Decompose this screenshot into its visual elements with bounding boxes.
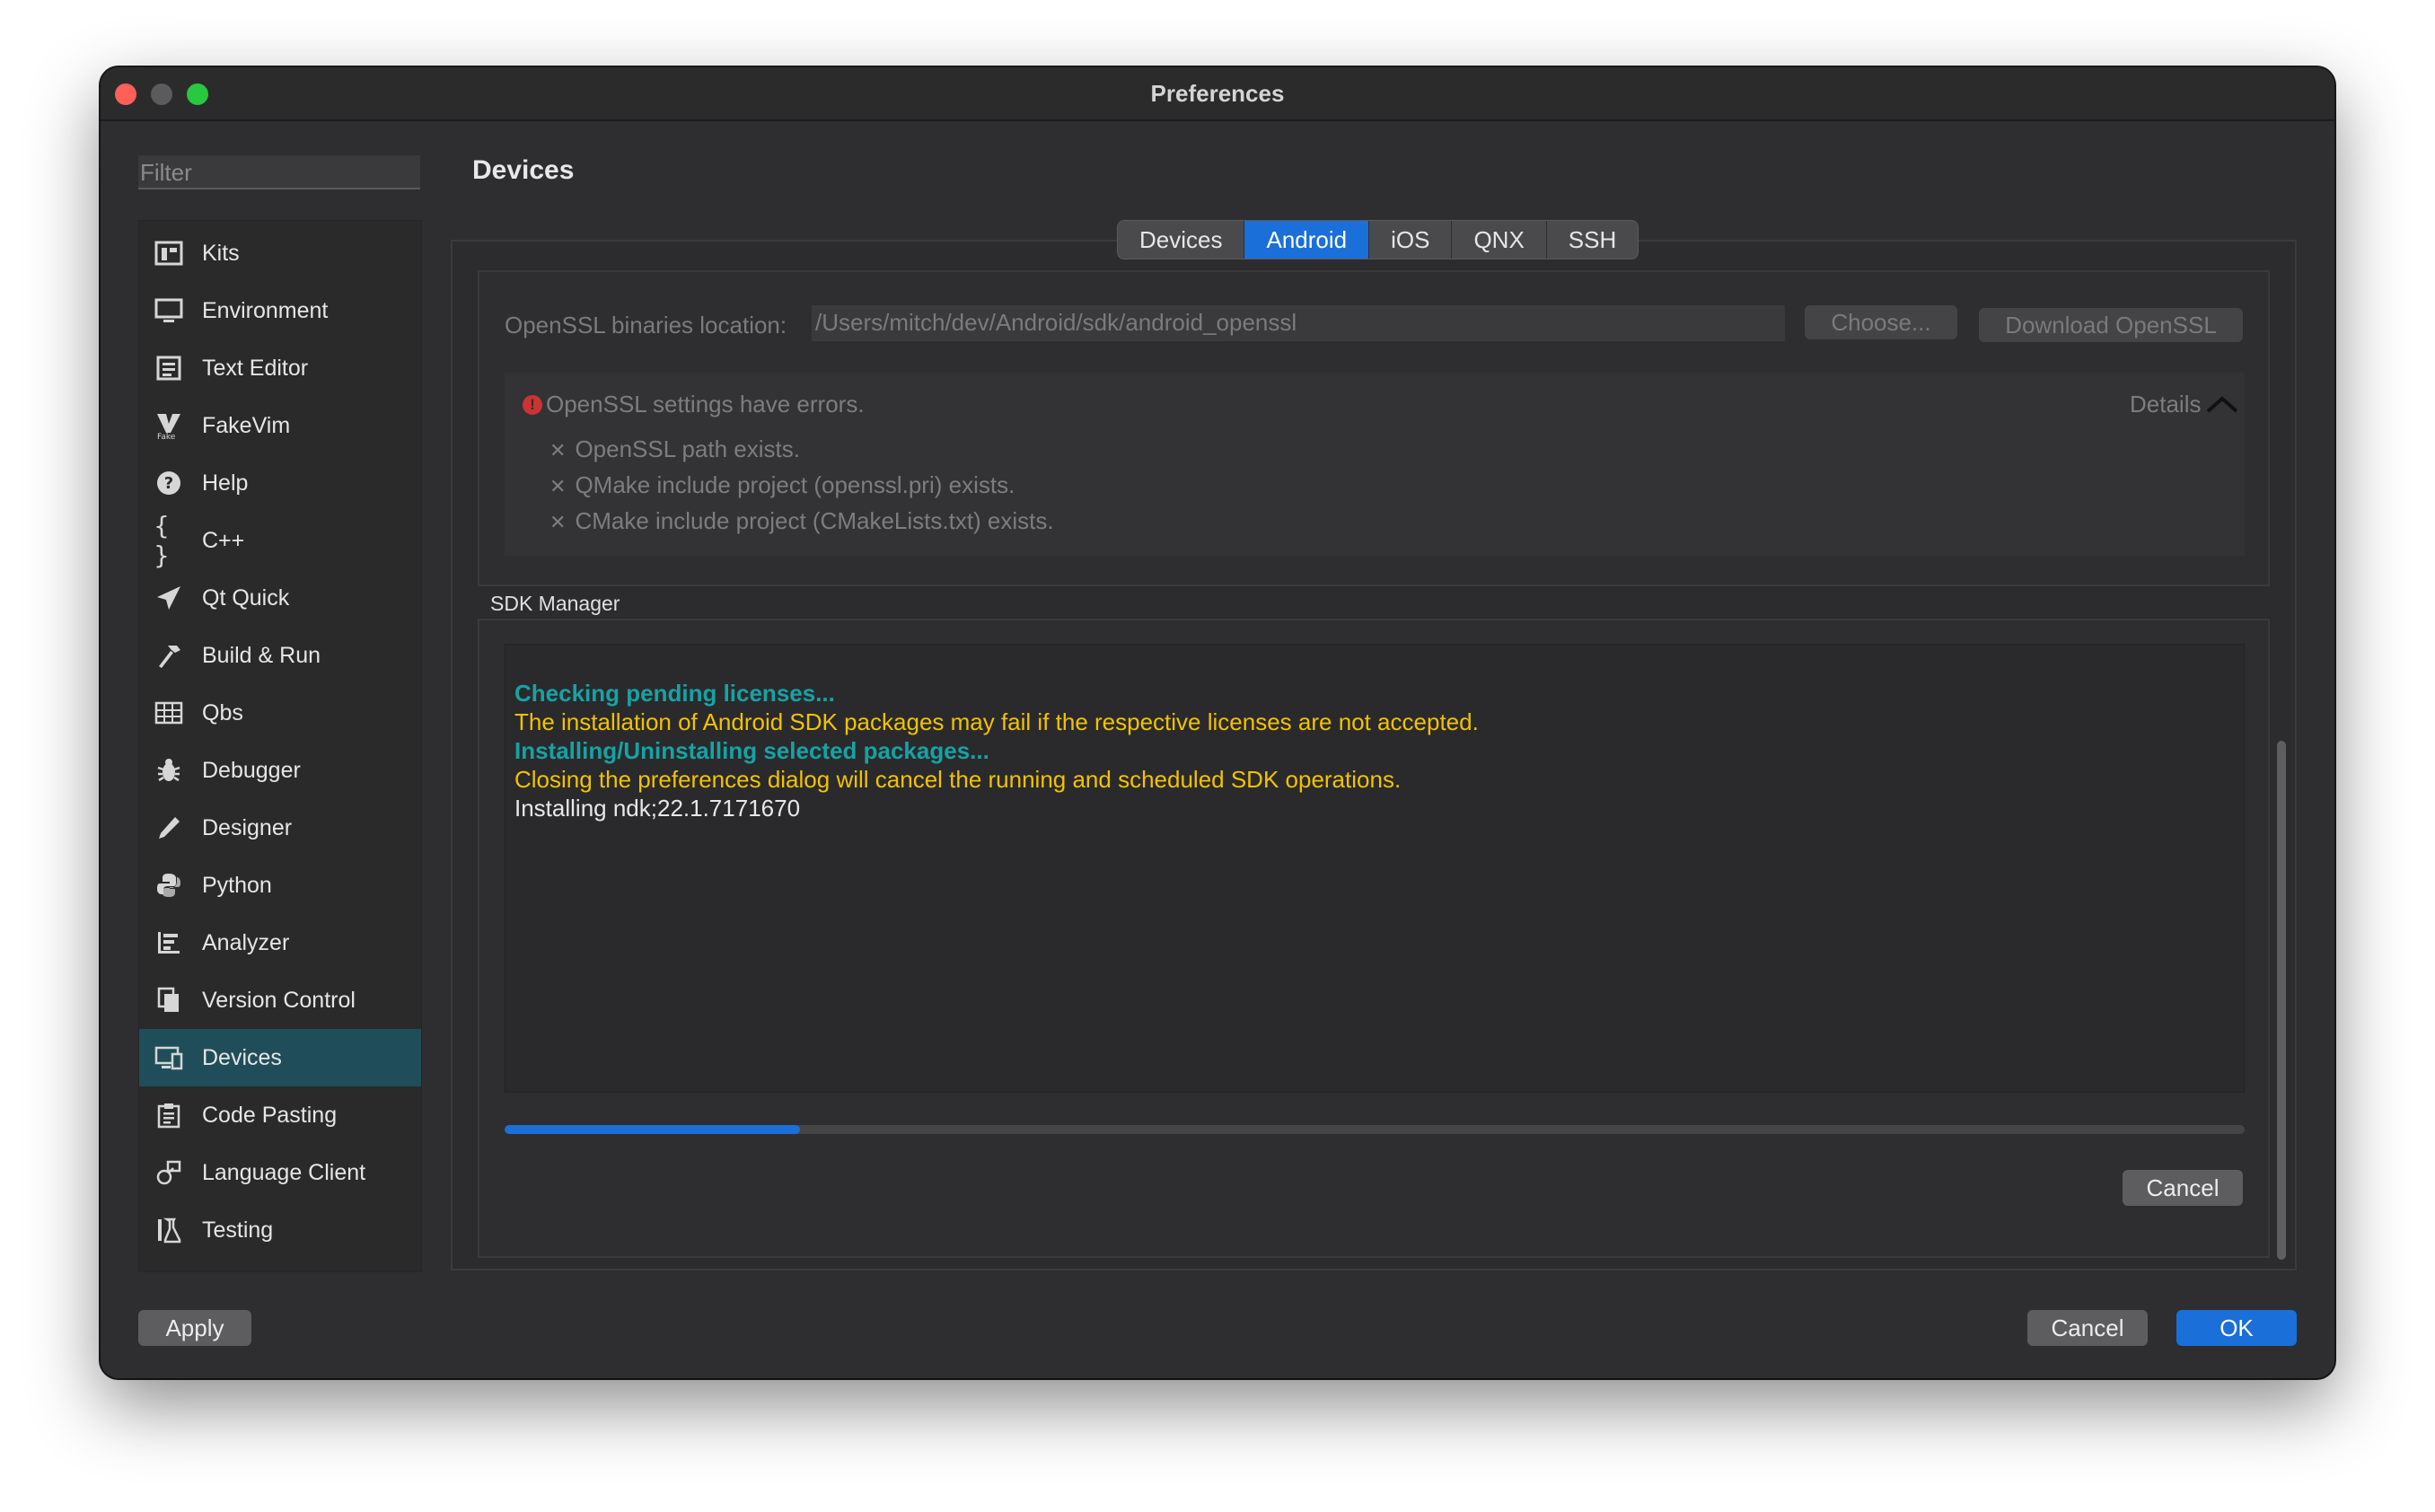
- openssl-error-header: ! OpenSSL settings have errors.: [523, 391, 865, 418]
- bug-icon: [154, 755, 184, 786]
- sidebar-item-label: Analyzer: [202, 929, 290, 955]
- openssl-error-title: OpenSSL settings have errors.: [546, 391, 865, 418]
- window-title: Preferences: [1150, 80, 1285, 107]
- sidebar-item-qbs[interactable]: Qbs: [139, 684, 421, 742]
- log-line: The installation of Android SDK packages…: [514, 708, 1479, 735]
- sidebar-item-label: Kits: [202, 240, 240, 266]
- tab-ssh[interactable]: SSH: [1547, 221, 1638, 259]
- sidebar-item-label: Devices: [202, 1044, 282, 1070]
- sidebar-item-testing[interactable]: Testing: [139, 1201, 421, 1259]
- sidebar-item-label: Qbs: [202, 699, 243, 725]
- qbs-grid-icon: [154, 698, 184, 728]
- sidebar-item-language-client[interactable]: Language Client: [139, 1144, 421, 1201]
- sidebar-item-python[interactable]: Python: [139, 857, 421, 914]
- sidebar-item-label: FakeVim: [202, 412, 291, 438]
- log-line: Installing/Uninstalling selected package…: [514, 737, 989, 764]
- sdk-output-log[interactable]: Checking pending licenses... The install…: [505, 644, 2245, 1093]
- openssl-path-field[interactable]: /Users/mitch/dev/Android/sdk/android_ope…: [812, 305, 1785, 341]
- sidebar-item-devices[interactable]: Devices: [139, 1029, 421, 1086]
- apply-button[interactable]: Apply: [138, 1310, 251, 1346]
- braces-icon: { }: [154, 511, 170, 570]
- sidebar-item-label: Code Pasting: [202, 1102, 338, 1128]
- sidebar-item-environment[interactable]: Environment: [139, 282, 421, 339]
- openssl-location-label: OpenSSL binaries location:: [505, 312, 787, 338]
- sdk-manager-title: SDK Manager: [490, 592, 620, 615]
- ok-button[interactable]: OK: [2176, 1310, 2297, 1346]
- download-openssl-button[interactable]: Download OpenSSL: [1979, 308, 2243, 342]
- sdk-cancel-button[interactable]: Cancel: [2123, 1170, 2243, 1206]
- sidebar-item-label: Help: [202, 470, 249, 496]
- log-line: Checking pending licenses...: [514, 680, 835, 707]
- sidebar-item-label: Python: [202, 872, 272, 898]
- sidebar-item-analyzer[interactable]: Analyzer: [139, 914, 421, 971]
- cross-icon: ✕: [549, 476, 567, 498]
- sidebar-item-code-pasting[interactable]: Code Pasting: [139, 1086, 421, 1144]
- sidebar-item-build-run[interactable]: Build & Run: [139, 627, 421, 684]
- filter-input[interactable]: Filter: [138, 155, 420, 189]
- sidebar-item-label: Version Control: [202, 987, 356, 1013]
- sidebar-item-label: Testing: [202, 1217, 274, 1243]
- python-icon: [154, 870, 184, 901]
- devices-icon: [154, 1042, 184, 1073]
- sidebar-item-label: Designer: [202, 814, 293, 840]
- details-toggle[interactable]: Details: [2130, 391, 2238, 418]
- openssl-error-item: ✕ OpenSSL path exists.: [549, 435, 800, 462]
- log-line: Installing ndk;22.1.7171670: [514, 795, 801, 822]
- cross-icon: ✕: [549, 512, 567, 534]
- analyzer-icon: [154, 927, 184, 958]
- sidebar-item-debugger[interactable]: Debugger: [139, 742, 421, 799]
- sidebar-item-label: Text Editor: [202, 355, 309, 381]
- log-line: Closing the preferences dialog will canc…: [514, 766, 1402, 793]
- vertical-scrollbar[interactable]: [2277, 741, 2286, 1260]
- openssl-error-item: ✕ CMake include project (CMakeLists.txt) …: [549, 507, 1054, 534]
- page-title: Devices: [472, 155, 575, 185]
- title-bar: Preferences: [101, 67, 2334, 121]
- preferences-window: Preferences Filter Kits Environment Text…: [101, 67, 2334, 1378]
- sidebar-item-fakevim[interactable]: Fake FakeVim: [139, 397, 421, 454]
- language-client-icon: [154, 1157, 184, 1188]
- fakevim-icon: Fake: [154, 410, 184, 441]
- tab-qnx[interactable]: QNX: [1452, 221, 1547, 259]
- svg-text:?: ?: [164, 474, 173, 493]
- hammer-icon: [154, 640, 184, 671]
- cancel-button[interactable]: Cancel: [2027, 1310, 2148, 1346]
- svg-text:Fake: Fake: [157, 433, 176, 440]
- sidebar-item-label: Qt Quick: [202, 585, 290, 611]
- choose-button[interactable]: Choose...: [1805, 305, 1957, 339]
- paper-plane-icon: [154, 583, 184, 613]
- flask-icon: [154, 1215, 184, 1245]
- sidebar-item-label: Environment: [202, 297, 329, 323]
- sidebar-item-qt-quick[interactable]: Qt Quick: [139, 569, 421, 627]
- sdk-progress-fill: [505, 1125, 801, 1134]
- sidebar-item-help[interactable]: ? Help: [139, 454, 421, 512]
- cross-icon: ✕: [549, 440, 567, 462]
- kits-icon: [154, 238, 184, 268]
- sidebar-item-label: Language Client: [202, 1159, 366, 1185]
- tab-devices[interactable]: Devices: [1118, 221, 1245, 259]
- tab-ios[interactable]: iOS: [1369, 221, 1453, 259]
- clipboard-icon: [154, 1100, 184, 1130]
- sidebar: Kits Environment Text Editor Fake FakeVi…: [138, 220, 422, 1272]
- sidebar-item-label: Build & Run: [202, 642, 321, 668]
- sidebar-item-kits[interactable]: Kits: [139, 224, 421, 282]
- version-control-icon: [154, 985, 184, 1015]
- chevron-up-icon: [2206, 393, 2238, 417]
- sidebar-item-cpp[interactable]: { } C++: [139, 511, 421, 570]
- details-label: Details: [2130, 391, 2202, 418]
- sidebar-item-label: C++: [202, 527, 245, 553]
- tab-bar: Devices Android iOS QNX SSH: [1117, 220, 1639, 259]
- sidebar-item-version-control[interactable]: Version Control: [139, 971, 421, 1029]
- error-icon: !: [523, 394, 542, 415]
- tab-android[interactable]: Android: [1244, 221, 1370, 259]
- pencil-icon: [154, 813, 184, 843]
- text-editor-icon: [154, 353, 184, 383]
- openssl-error-item: ✕ QMake include project (openssl.pri) exi…: [549, 471, 1015, 498]
- sdk-progress-bar: [505, 1125, 2245, 1134]
- sidebar-item-designer[interactable]: Designer: [139, 799, 421, 857]
- help-icon: ?: [154, 468, 184, 498]
- sidebar-item-label: Debugger: [202, 757, 301, 783]
- monitor-icon: [154, 295, 184, 326]
- sidebar-item-text-editor[interactable]: Text Editor: [139, 339, 421, 397]
